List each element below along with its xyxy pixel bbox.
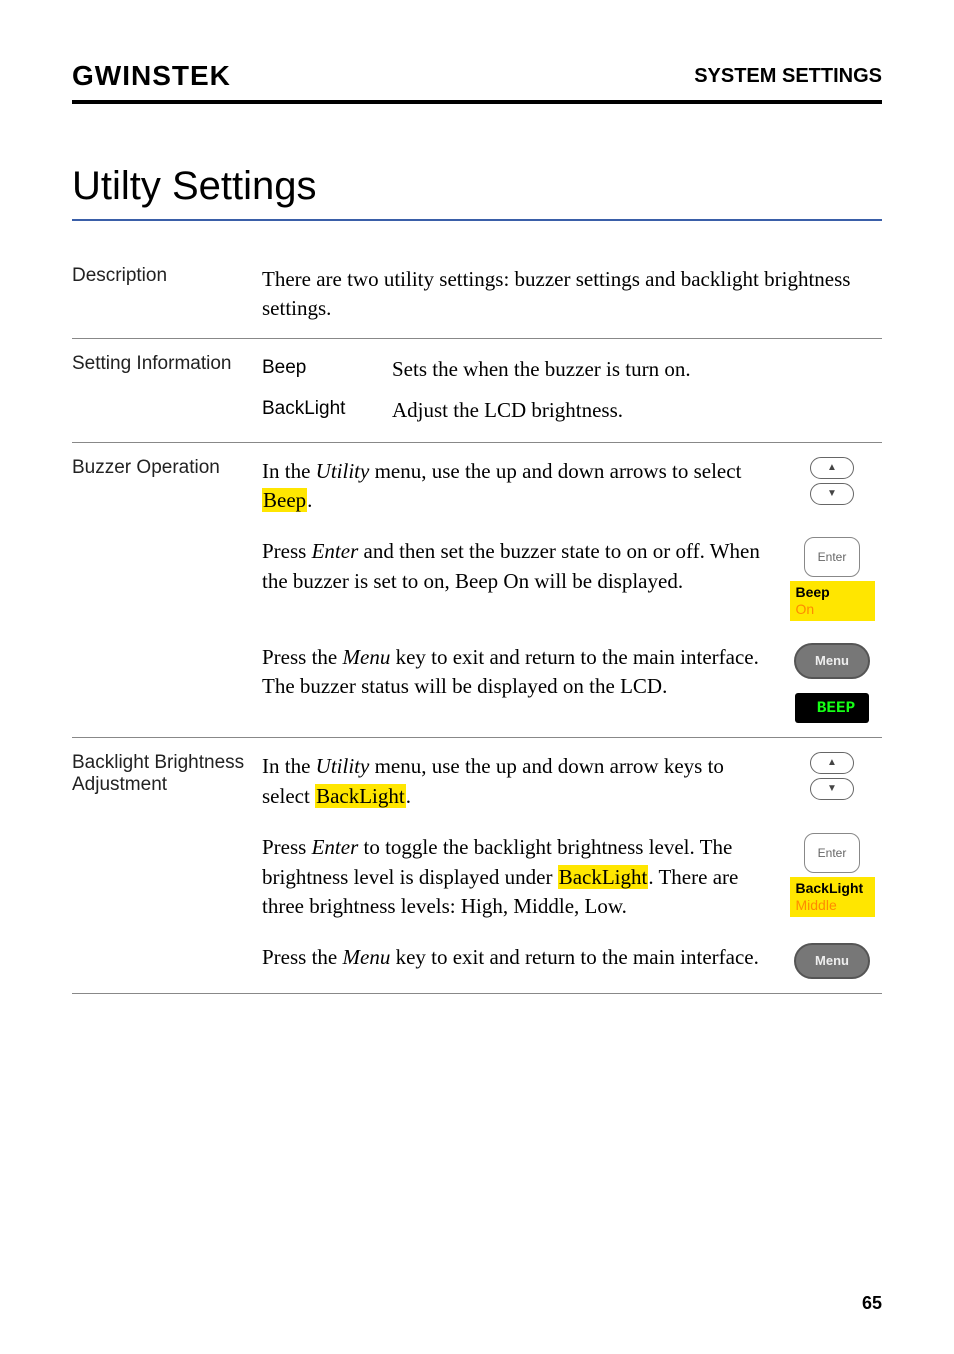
- step-text: Press Enter and then set the buzzer stat…: [262, 537, 762, 596]
- page-number: 65: [862, 1293, 882, 1314]
- header-section-title: SYSTEM SETTINGS: [694, 65, 882, 88]
- setting-name: Beep: [262, 355, 392, 384]
- step-text: Press the Menu key to exit and return to…: [262, 643, 762, 702]
- menu-button-icon: Menu: [794, 643, 870, 679]
- backlight-step-1: In the Utility menu, use the up and down…: [262, 752, 882, 811]
- buzzer-step-3: Press the Menu key to exit and return to…: [262, 643, 882, 723]
- page-header: GWINSTEK SYSTEM SETTINGS: [72, 60, 882, 104]
- down-arrow-icon: ▼: [810, 778, 854, 800]
- description-section: Description There are two utility settin…: [72, 251, 882, 339]
- page-title: Utilty Settings: [72, 164, 882, 221]
- setting-info-section: Setting Information Beep Sets the when t…: [72, 339, 882, 443]
- setting-desc: Sets the when the buzzer is turn on.: [392, 355, 882, 384]
- step-text: In the Utility menu, use the up and down…: [262, 457, 762, 516]
- step-text: In the Utility menu, use the up and down…: [262, 752, 762, 811]
- enter-button-icon: Enter: [804, 833, 860, 873]
- step-text: Press the Menu key to exit and return to…: [262, 943, 762, 972]
- description-label: Description: [72, 265, 262, 324]
- backlight-highlight: BackLight: [315, 784, 406, 808]
- lcd-backlight-chip: BackLight Middle: [790, 877, 875, 917]
- buzzer-operation-label: Buzzer Operation: [72, 457, 262, 724]
- up-arrow-icon: ▲: [810, 752, 854, 774]
- backlight-highlight: BackLight: [558, 865, 649, 889]
- description-text: There are two utility settings: buzzer s…: [262, 265, 882, 324]
- buzzer-operation-section: Buzzer Operation In the Utility menu, us…: [72, 443, 882, 739]
- lcd-beep-chip: Beep On: [790, 581, 875, 621]
- menu-button-icon: Menu: [794, 943, 870, 979]
- backlight-label: Backlight Brightness Adjustment: [72, 752, 262, 979]
- setting-desc: Adjust the LCD brightness.: [392, 396, 882, 425]
- backlight-section: Backlight Brightness Adjustment In the U…: [72, 738, 882, 994]
- up-arrow-icon: ▲: [810, 457, 854, 479]
- lcd-beep-indicator: BEEP: [795, 693, 869, 723]
- setting-row-beep: Beep Sets the when the buzzer is turn on…: [262, 353, 882, 386]
- down-arrow-icon: ▼: [810, 483, 854, 505]
- setting-name: BackLight: [262, 396, 392, 425]
- enter-button-icon: Enter: [804, 537, 860, 577]
- step-text: Press Enter to toggle the backlight brig…: [262, 833, 762, 921]
- backlight-step-2: Press Enter to toggle the backlight brig…: [262, 833, 882, 921]
- backlight-step-3: Press the Menu key to exit and return to…: [262, 943, 882, 979]
- setting-row-backlight: BackLight Adjust the LCD brightness.: [262, 394, 882, 427]
- setting-info-label: Setting Information: [72, 353, 262, 428]
- buzzer-step-2: Press Enter and then set the buzzer stat…: [262, 537, 882, 621]
- logo: GWINSTEK: [72, 60, 231, 92]
- buzzer-step-1: In the Utility menu, use the up and down…: [262, 457, 882, 516]
- beep-highlight: Beep: [262, 488, 307, 512]
